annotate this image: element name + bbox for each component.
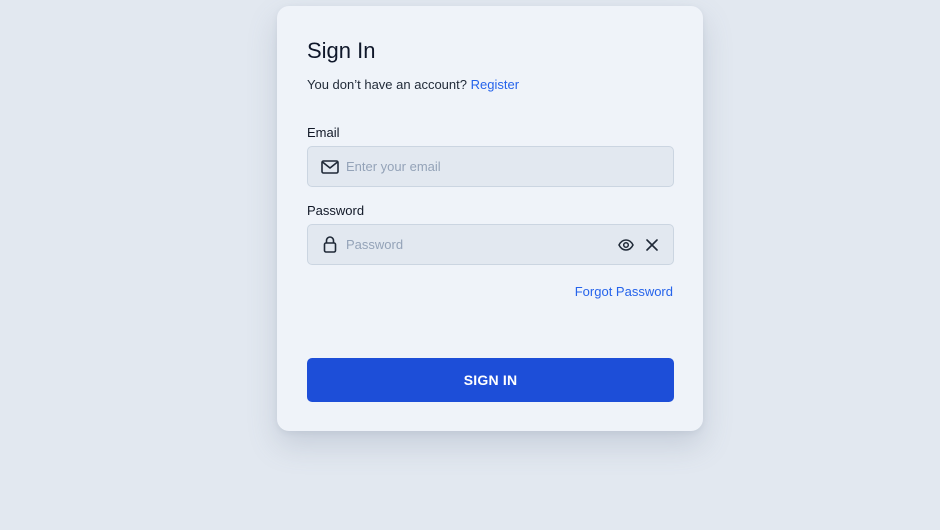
register-link[interactable]: Register — [471, 77, 519, 92]
lock-icon — [320, 235, 339, 254]
password-label: Password — [307, 203, 365, 218]
page-title: Sign In — [307, 38, 376, 63]
password-field-container — [307, 224, 674, 265]
password-input[interactable] — [346, 237, 609, 252]
email-label: Email — [307, 125, 340, 140]
mail-icon — [320, 157, 339, 176]
close-icon[interactable] — [643, 236, 661, 254]
eye-icon[interactable] — [617, 236, 635, 254]
email-field-container — [307, 146, 674, 187]
no-account-text: You don’t have an account? — [307, 77, 467, 92]
forgot-password-row: Forgot Password — [307, 284, 673, 300]
sign-in-button[interactable]: SIGN IN — [307, 358, 674, 402]
sign-in-card: Sign In You don’t have an account? Regis… — [277, 6, 703, 431]
forgot-password-link[interactable]: Forgot Password — [575, 284, 673, 299]
register-prompt: You don’t have an account? Register — [307, 76, 673, 94]
email-input[interactable] — [346, 159, 661, 174]
